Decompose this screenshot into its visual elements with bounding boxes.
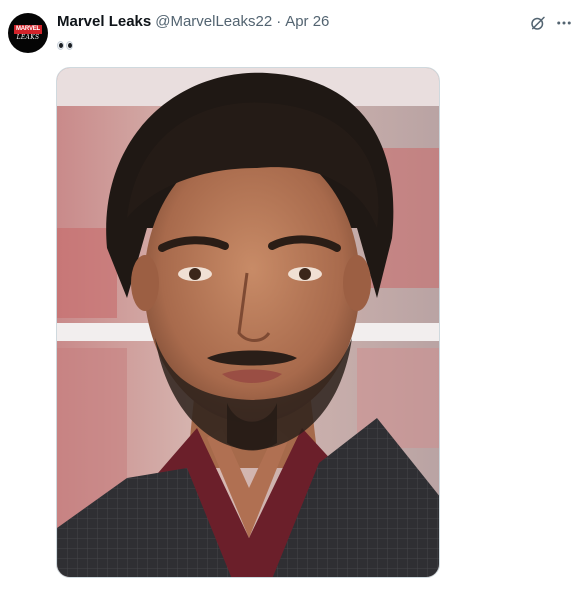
more-icon-svg	[557, 21, 571, 25]
grok-icon[interactable]	[528, 13, 548, 33]
tweet[interactable]: MARVEL LEAKS Marvel Leaks @MarvelLeaks22…	[0, 0, 584, 591]
tweet-text	[57, 35, 73, 53]
more-horizontal-icon[interactable]	[554, 13, 574, 33]
grok-icon-svg	[531, 16, 545, 30]
author-display-name[interactable]: Marvel Leaks	[57, 12, 151, 32]
eye-right	[66, 40, 73, 50]
separator-dot: ·	[276, 13, 282, 30]
eye-left	[57, 40, 64, 50]
avatar[interactable]: MARVEL LEAKS	[8, 13, 48, 53]
tweet-header: Marvel Leaks @MarvelLeaks22 · Apr 26	[57, 12, 329, 32]
avatar-logo-bottom: LEAKS	[16, 34, 40, 41]
tweet-media-photo[interactable]	[56, 67, 440, 578]
portrait-photo	[57, 68, 439, 577]
tweet-date[interactable]: Apr 26	[285, 12, 329, 32]
eyes-emoji-icon	[57, 40, 73, 50]
avatar-logo-top: MARVEL	[13, 25, 43, 34]
author-handle[interactable]: @MarvelLeaks22	[155, 12, 272, 32]
